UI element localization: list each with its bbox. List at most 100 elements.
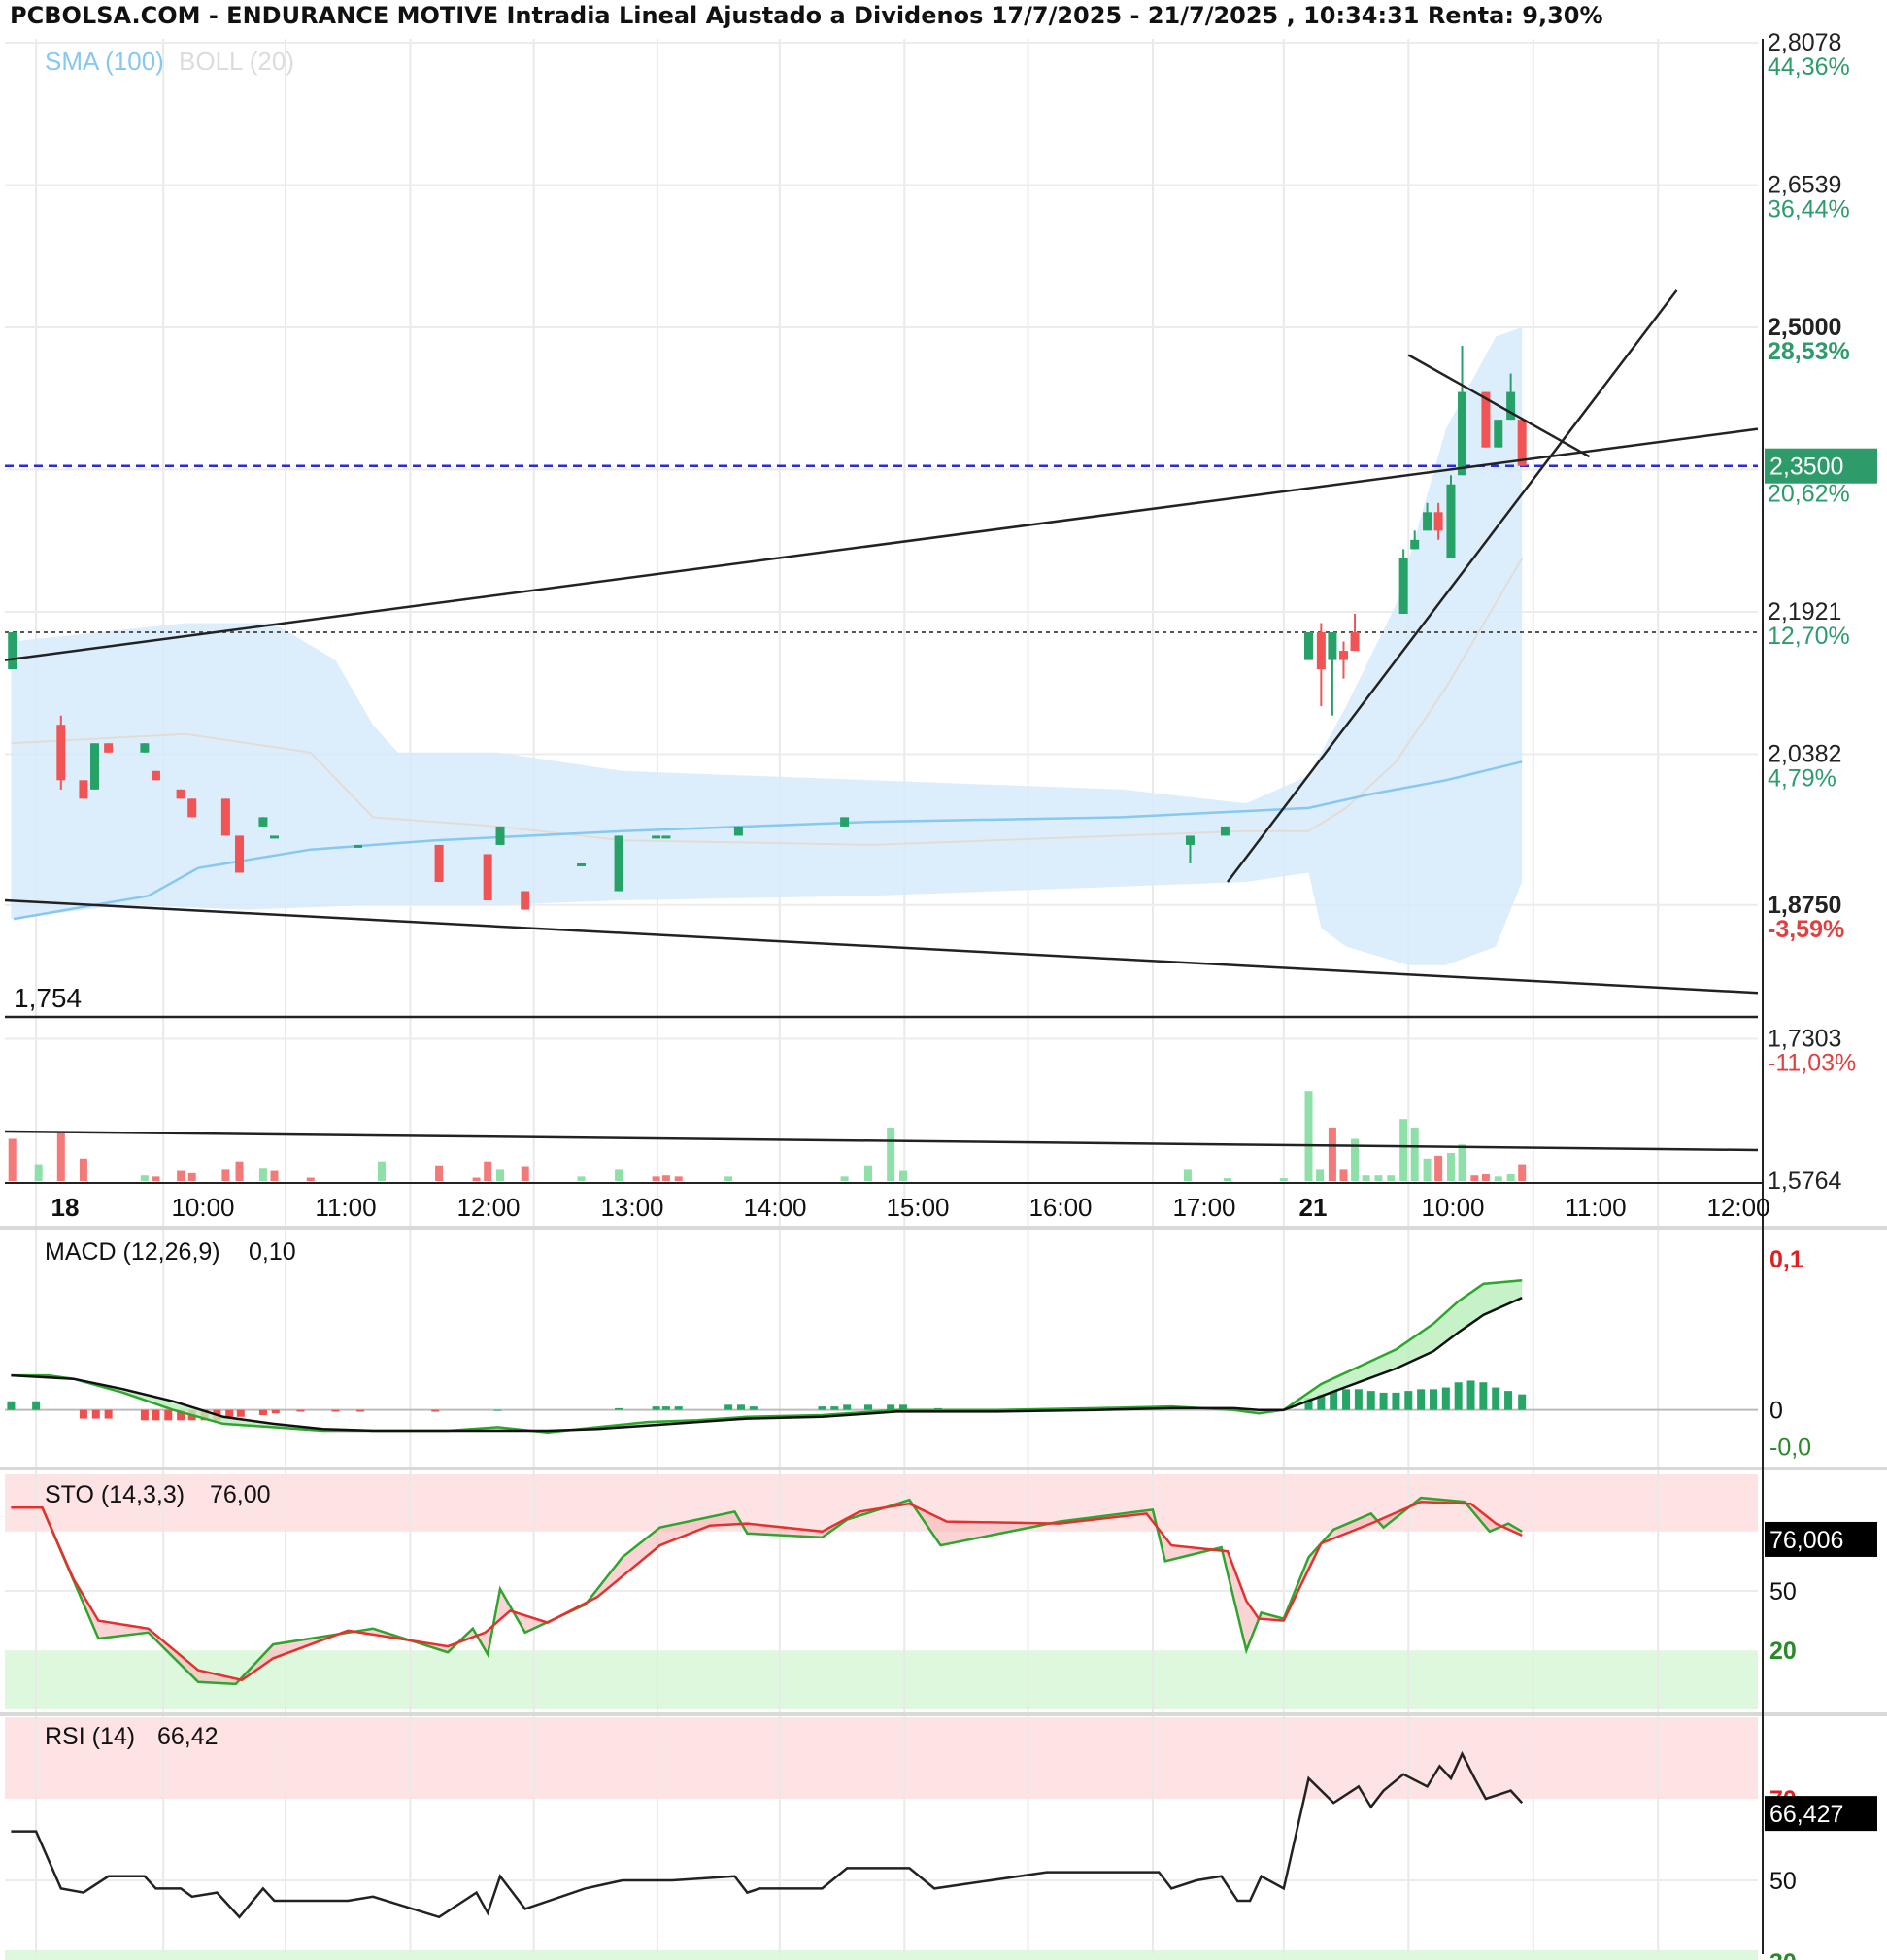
macd-histogram-bar <box>1366 1391 1375 1410</box>
macd-histogram-bar <box>749 1406 758 1410</box>
macd-histogram-bar <box>493 1409 502 1411</box>
price-tick-label: 1,7303 <box>1768 1026 1841 1053</box>
candle-up <box>269 835 279 839</box>
macd-histogram-bar <box>79 1409 87 1419</box>
candle-down <box>235 835 245 873</box>
trendline[interactable] <box>4 1130 1759 1152</box>
volume-bar <box>1423 1158 1432 1181</box>
macd-histogram-bar <box>661 1406 670 1410</box>
macd-histogram-bar <box>7 1401 16 1410</box>
macd-histogram-bar <box>674 1406 683 1410</box>
candle-up <box>1185 835 1195 845</box>
macd-histogram-bar <box>152 1409 160 1421</box>
macd-tick-label: 0 <box>1769 1398 1783 1425</box>
volume-bar <box>1446 1153 1455 1181</box>
candle-up <box>1398 558 1408 614</box>
time-tick-label: 10:00 <box>171 1193 234 1222</box>
volume-bar <box>377 1161 386 1181</box>
rsi-value-badge-label: 66,427 <box>1769 1801 1843 1828</box>
candle-up <box>733 826 743 836</box>
candle-down <box>104 743 114 753</box>
volume-bar <box>1470 1175 1479 1181</box>
candle-down <box>483 854 492 901</box>
macd-histogram-bar <box>615 1407 623 1410</box>
price-tick-label: 2,5000 <box>1768 314 1841 341</box>
candle-up <box>1410 539 1420 550</box>
candle-up <box>1446 484 1456 558</box>
candle-up <box>1494 420 1503 448</box>
sto-label: STO (14,3,3) <box>45 1481 185 1508</box>
volume-bar <box>258 1168 267 1181</box>
volume-bar <box>8 1138 17 1181</box>
chart-stage: PCBOLSA.COM - ENDURANCE MOTIVE Intradia … <box>0 2 1887 1960</box>
macd-histogram-bar <box>1479 1382 1488 1410</box>
candle-up <box>840 817 850 827</box>
candle-down <box>521 891 530 910</box>
volume-bar <box>140 1175 149 1181</box>
volume-bar <box>615 1169 623 1181</box>
time-tick-label: 17:00 <box>1172 1193 1235 1222</box>
candle-up <box>495 826 505 845</box>
macd-tick-label: -0,0 <box>1769 1435 1811 1462</box>
sto-value: 76,00 <box>210 1481 271 1508</box>
macd-histogram-bar <box>32 1401 41 1410</box>
time-tick-label: 15:00 <box>886 1193 949 1222</box>
macd-histogram-bar <box>331 1409 340 1412</box>
volume-bar <box>187 1172 196 1181</box>
time-tick-label: 14:00 <box>743 1193 806 1222</box>
volume-bar <box>864 1165 873 1181</box>
sto-value-badge-label: 76,006 <box>1769 1527 1843 1554</box>
candle-down <box>187 798 197 818</box>
volume-bar <box>1410 1127 1419 1181</box>
volume-bar <box>34 1164 43 1181</box>
volume-bar <box>1506 1174 1515 1181</box>
macd-histogram-bar <box>431 1409 440 1412</box>
candle-up <box>8 632 17 670</box>
price-tick-label: 1,8750 <box>1768 892 1841 919</box>
volume-bar <box>79 1158 87 1181</box>
volume-bar <box>521 1166 529 1181</box>
price-tick-label: 2,1921 <box>1768 598 1841 625</box>
time-tick-label: 11:00 <box>315 1193 376 1222</box>
rsi-label: RSI (14) <box>45 1723 135 1750</box>
macd-label: MACD (12,26,9) <box>45 1238 220 1266</box>
volume-bar <box>1279 1178 1288 1181</box>
percent-tick-label: 28,53% <box>1768 338 1850 365</box>
support-label: 1,754 <box>14 983 82 1013</box>
volume-bar <box>1481 1174 1490 1181</box>
candle-up <box>1458 391 1467 476</box>
macd-histogram-bar <box>1518 1394 1527 1410</box>
grid-layer <box>5 39 1758 1960</box>
volume-bar <box>661 1175 670 1181</box>
candle-down <box>434 844 444 883</box>
macd-histogram-bar <box>296 1409 305 1412</box>
macd-histogram-bar <box>1354 1389 1363 1410</box>
macd-histogram-bar <box>1429 1389 1437 1410</box>
rsi-overbought-zone <box>5 1717 1758 1799</box>
candle-up <box>89 743 99 790</box>
volume-bar <box>724 1176 733 1181</box>
volume-bar <box>1183 1169 1192 1181</box>
sto-tick-label: 50 <box>1769 1578 1797 1605</box>
legend-boll[interactable]: BOLL (20) <box>179 47 294 76</box>
candle-down <box>1316 632 1326 670</box>
volume-bar <box>887 1127 895 1181</box>
macd-histogram-bar <box>1392 1392 1400 1410</box>
time-tick-label: 12:00 <box>456 1193 520 1222</box>
macd-histogram-bar <box>140 1409 149 1421</box>
macd-histogram-bar <box>830 1406 839 1410</box>
volume-bar <box>152 1176 160 1181</box>
macd-histogram-bar <box>1404 1391 1413 1410</box>
volume-bar <box>1518 1164 1527 1181</box>
volume-bar <box>1339 1169 1348 1181</box>
percent-tick-label: 4,79% <box>1768 764 1836 792</box>
time-tick-label: 18 <box>51 1193 80 1222</box>
percent-tick-label: 44,36% <box>1768 53 1850 81</box>
candle-down <box>79 780 88 799</box>
candle-up <box>661 835 671 839</box>
macd-histogram-bar <box>236 1409 245 1417</box>
macd-histogram-bar <box>1417 1389 1426 1410</box>
macd-histogram-bar <box>356 1409 365 1412</box>
volume-bar <box>577 1176 586 1181</box>
legend-sma[interactable]: SMA (100) <box>45 47 164 76</box>
